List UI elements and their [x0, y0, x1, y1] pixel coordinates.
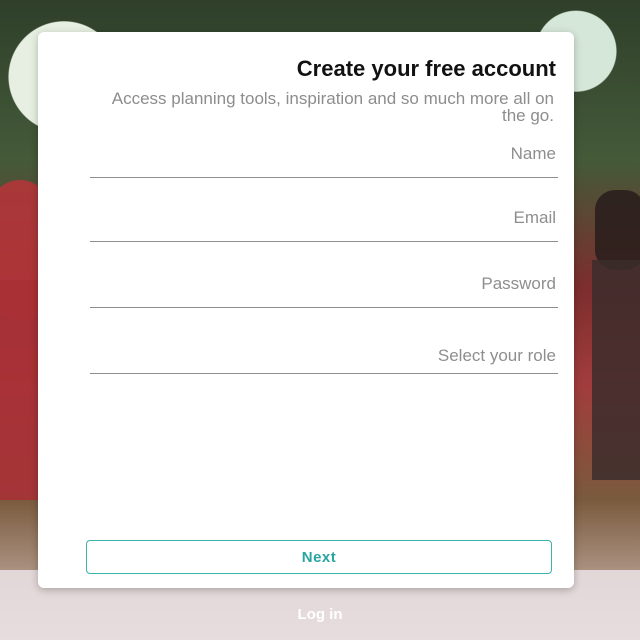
next-button[interactable]: Next [86, 540, 552, 574]
role-select[interactable]: Select your role [90, 336, 558, 374]
page-subtitle: Access planning tools, inspiration and s… [111, 89, 554, 125]
signup-card: Create your free account Access planning… [38, 32, 574, 588]
password-field[interactable] [90, 270, 558, 308]
background-person-right [595, 190, 640, 270]
login-link[interactable]: Log in [0, 606, 640, 623]
page-title: Create your free account [296, 56, 556, 81]
name-field[interactable] [90, 140, 558, 178]
role-select-label: Select your role [437, 346, 556, 365]
email-field[interactable] [90, 204, 558, 242]
background-dress-right [592, 260, 640, 480]
